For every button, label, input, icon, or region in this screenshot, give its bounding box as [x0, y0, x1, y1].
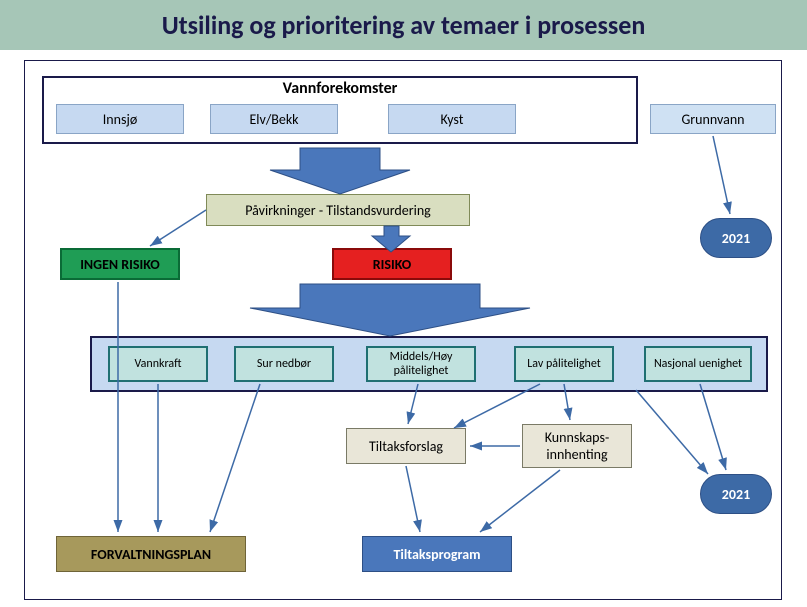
box-forvaltningsplan: FORVALTNINGSPLAN — [56, 536, 246, 572]
box-innsjo: Innsjø — [56, 104, 184, 134]
pill-2021-bottom: 2021 — [700, 474, 772, 514]
vannforekomster-header: Vannforekomster — [42, 78, 638, 98]
box-elv-bekk: Elv/Bekk — [210, 104, 338, 134]
page-title-bar: Utsiling og prioritering av temaer i pro… — [0, 0, 807, 50]
box-middels-hoy: Middels/Høy pålitelighet — [366, 346, 476, 382]
box-vannkraft: Vannkraft — [108, 346, 208, 382]
box-lav: Lav pålitelighet — [514, 346, 614, 382]
box-pavirkninger: Påvirkninger - Tilstandsvurdering — [206, 194, 470, 226]
pill-2021-top: 2021 — [700, 218, 772, 258]
page-title: Utsiling og prioritering av temaer i pro… — [162, 9, 646, 41]
box-grunnvann: Grunnvann — [650, 104, 776, 134]
box-kyst: Kyst — [388, 104, 516, 134]
box-tiltaksforslag: Tiltaksforslag — [346, 428, 466, 464]
box-kunnskapsinnhenting: Kunnskaps- innhenting — [522, 424, 632, 468]
box-tiltaksprogram: Tiltaksprogram — [362, 536, 512, 572]
box-sur-nedbor: Sur nedbør — [234, 346, 334, 382]
box-nasjonal: Nasjonal uenighet — [644, 346, 752, 382]
box-ingen-risiko: INGEN RISIKO — [60, 248, 180, 280]
box-risiko: RISIKO — [332, 248, 452, 280]
